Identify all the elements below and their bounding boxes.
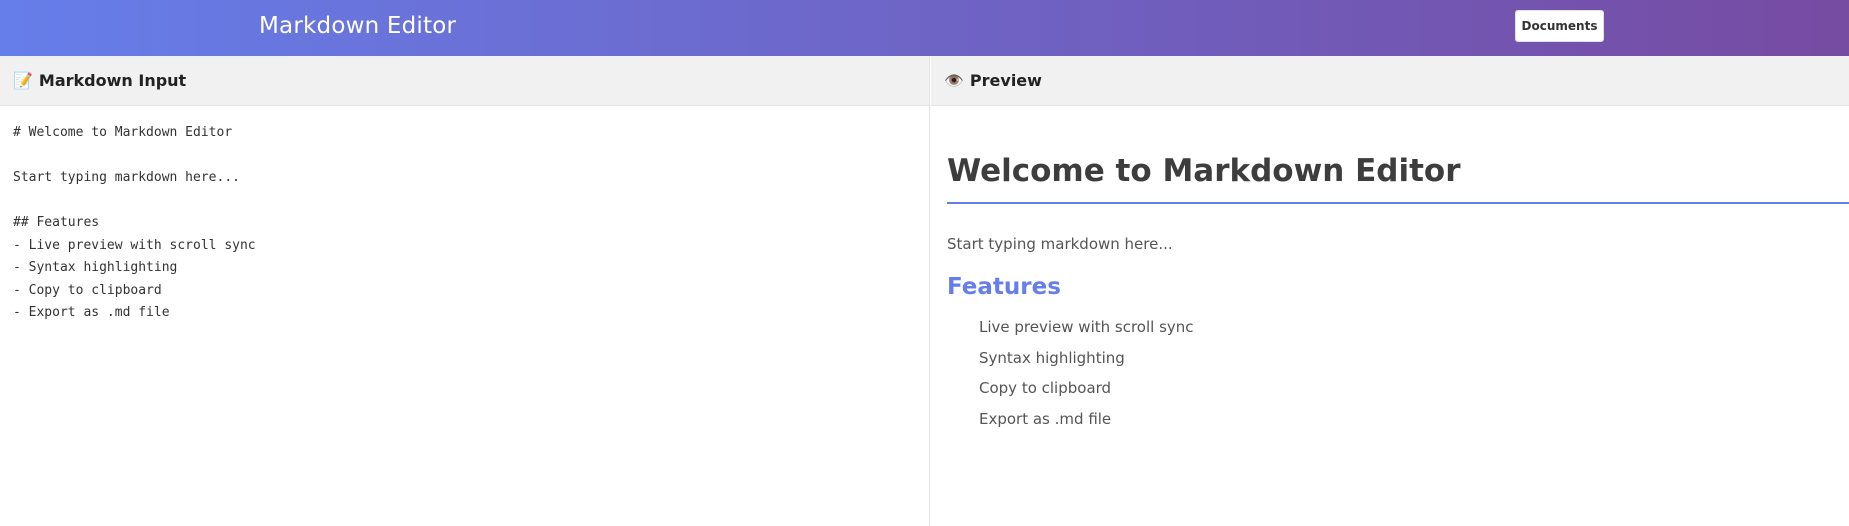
eye-icon: 👁️	[944, 71, 964, 90]
preview-heading-2: Features	[947, 274, 1061, 300]
preview-heading-1: Welcome to Markdown Editor	[947, 153, 1461, 189]
editor-pane-header: 📝 Markdown Input	[0, 56, 929, 106]
editor-pane: 📝 Markdown Input # Welcome to Markdown E…	[0, 56, 930, 526]
preview-pane: 👁️ Preview Welcome to Markdown Editor St…	[931, 56, 1849, 526]
markdown-input[interactable]: # Welcome to Markdown Editor Start typin…	[0, 106, 929, 526]
preview-content: Welcome to Markdown Editor Start typing …	[931, 106, 1849, 526]
documents-button[interactable]: Documents	[1515, 10, 1604, 42]
editor-pane-title: Markdown Input	[38, 71, 187, 90]
list-item: Copy to clipboard	[979, 379, 1112, 397]
app-header: Markdown Editor Documents	[0, 0, 1849, 56]
preview-paragraph: Start typing markdown here...	[947, 235, 1173, 253]
list-item: Live preview with scroll sync	[979, 318, 1194, 336]
list-item: Syntax highlighting	[979, 348, 1125, 367]
app-title: Markdown Editor	[259, 13, 457, 39]
preview-pane-header: 👁️ Preview	[931, 56, 1849, 106]
preview-feature-list: Live preview with scroll sync Syntax hig…	[979, 317, 1194, 439]
memo-icon: 📝	[13, 71, 33, 90]
list-item: Export as .md file	[979, 409, 1112, 428]
heading-underline	[947, 202, 1849, 204]
preview-pane-title: Preview	[969, 71, 1042, 90]
